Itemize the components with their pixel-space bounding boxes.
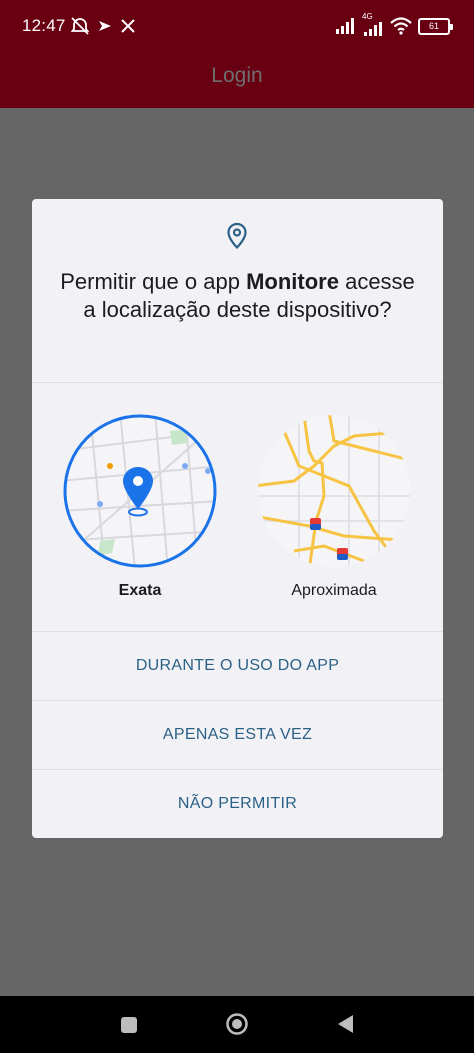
x-app-icon [121,19,135,33]
battery-level: 61 [428,20,439,31]
battery-icon: 61 [418,17,453,35]
vpn-key-icon [99,21,111,31]
divider [32,382,443,383]
status-bar: 12:47 4G 61 [0,0,474,54]
allow-while-using-button[interactable]: DURANTE O USO DO APP [32,632,443,700]
signal-4g-icon: 4G [362,12,384,36]
location-permission-dialog: Permitir que o app Monitore acesse a loc… [32,199,443,838]
page-title: Login [211,64,263,87]
wifi-icon [390,17,412,35]
deny-button[interactable]: NÃO PERMITIR [32,770,443,838]
recent-apps-icon[interactable] [121,1017,137,1033]
approximate-location-option[interactable]: Aproximada [254,411,414,611]
status-time: 12:47 [22,16,66,35]
alarm-off-icon [70,17,90,35]
location-pin-icon [227,222,247,250]
approximate-location-map-icon [258,415,410,567]
signal-icon [336,18,354,34]
precise-location-option[interactable]: Exata [60,411,220,611]
precise-option-label: Exata [118,582,162,599]
dialog-title: Permitir que o app Monitore acesse a loc… [52,268,423,324]
dialog-title-prefix: Permitir que o app [60,269,247,294]
precise-location-map-icon [63,414,217,568]
allow-once-button[interactable]: APENAS ESTA VEZ [32,701,443,769]
home-icon[interactable] [225,1012,249,1036]
approximate-option-label: Aproximada [291,582,377,599]
app-bar: Login [0,54,474,108]
network-type-label: 4G [362,12,373,21]
back-icon[interactable] [335,1013,355,1035]
dialog-title-app-name: Monitore [246,269,339,294]
